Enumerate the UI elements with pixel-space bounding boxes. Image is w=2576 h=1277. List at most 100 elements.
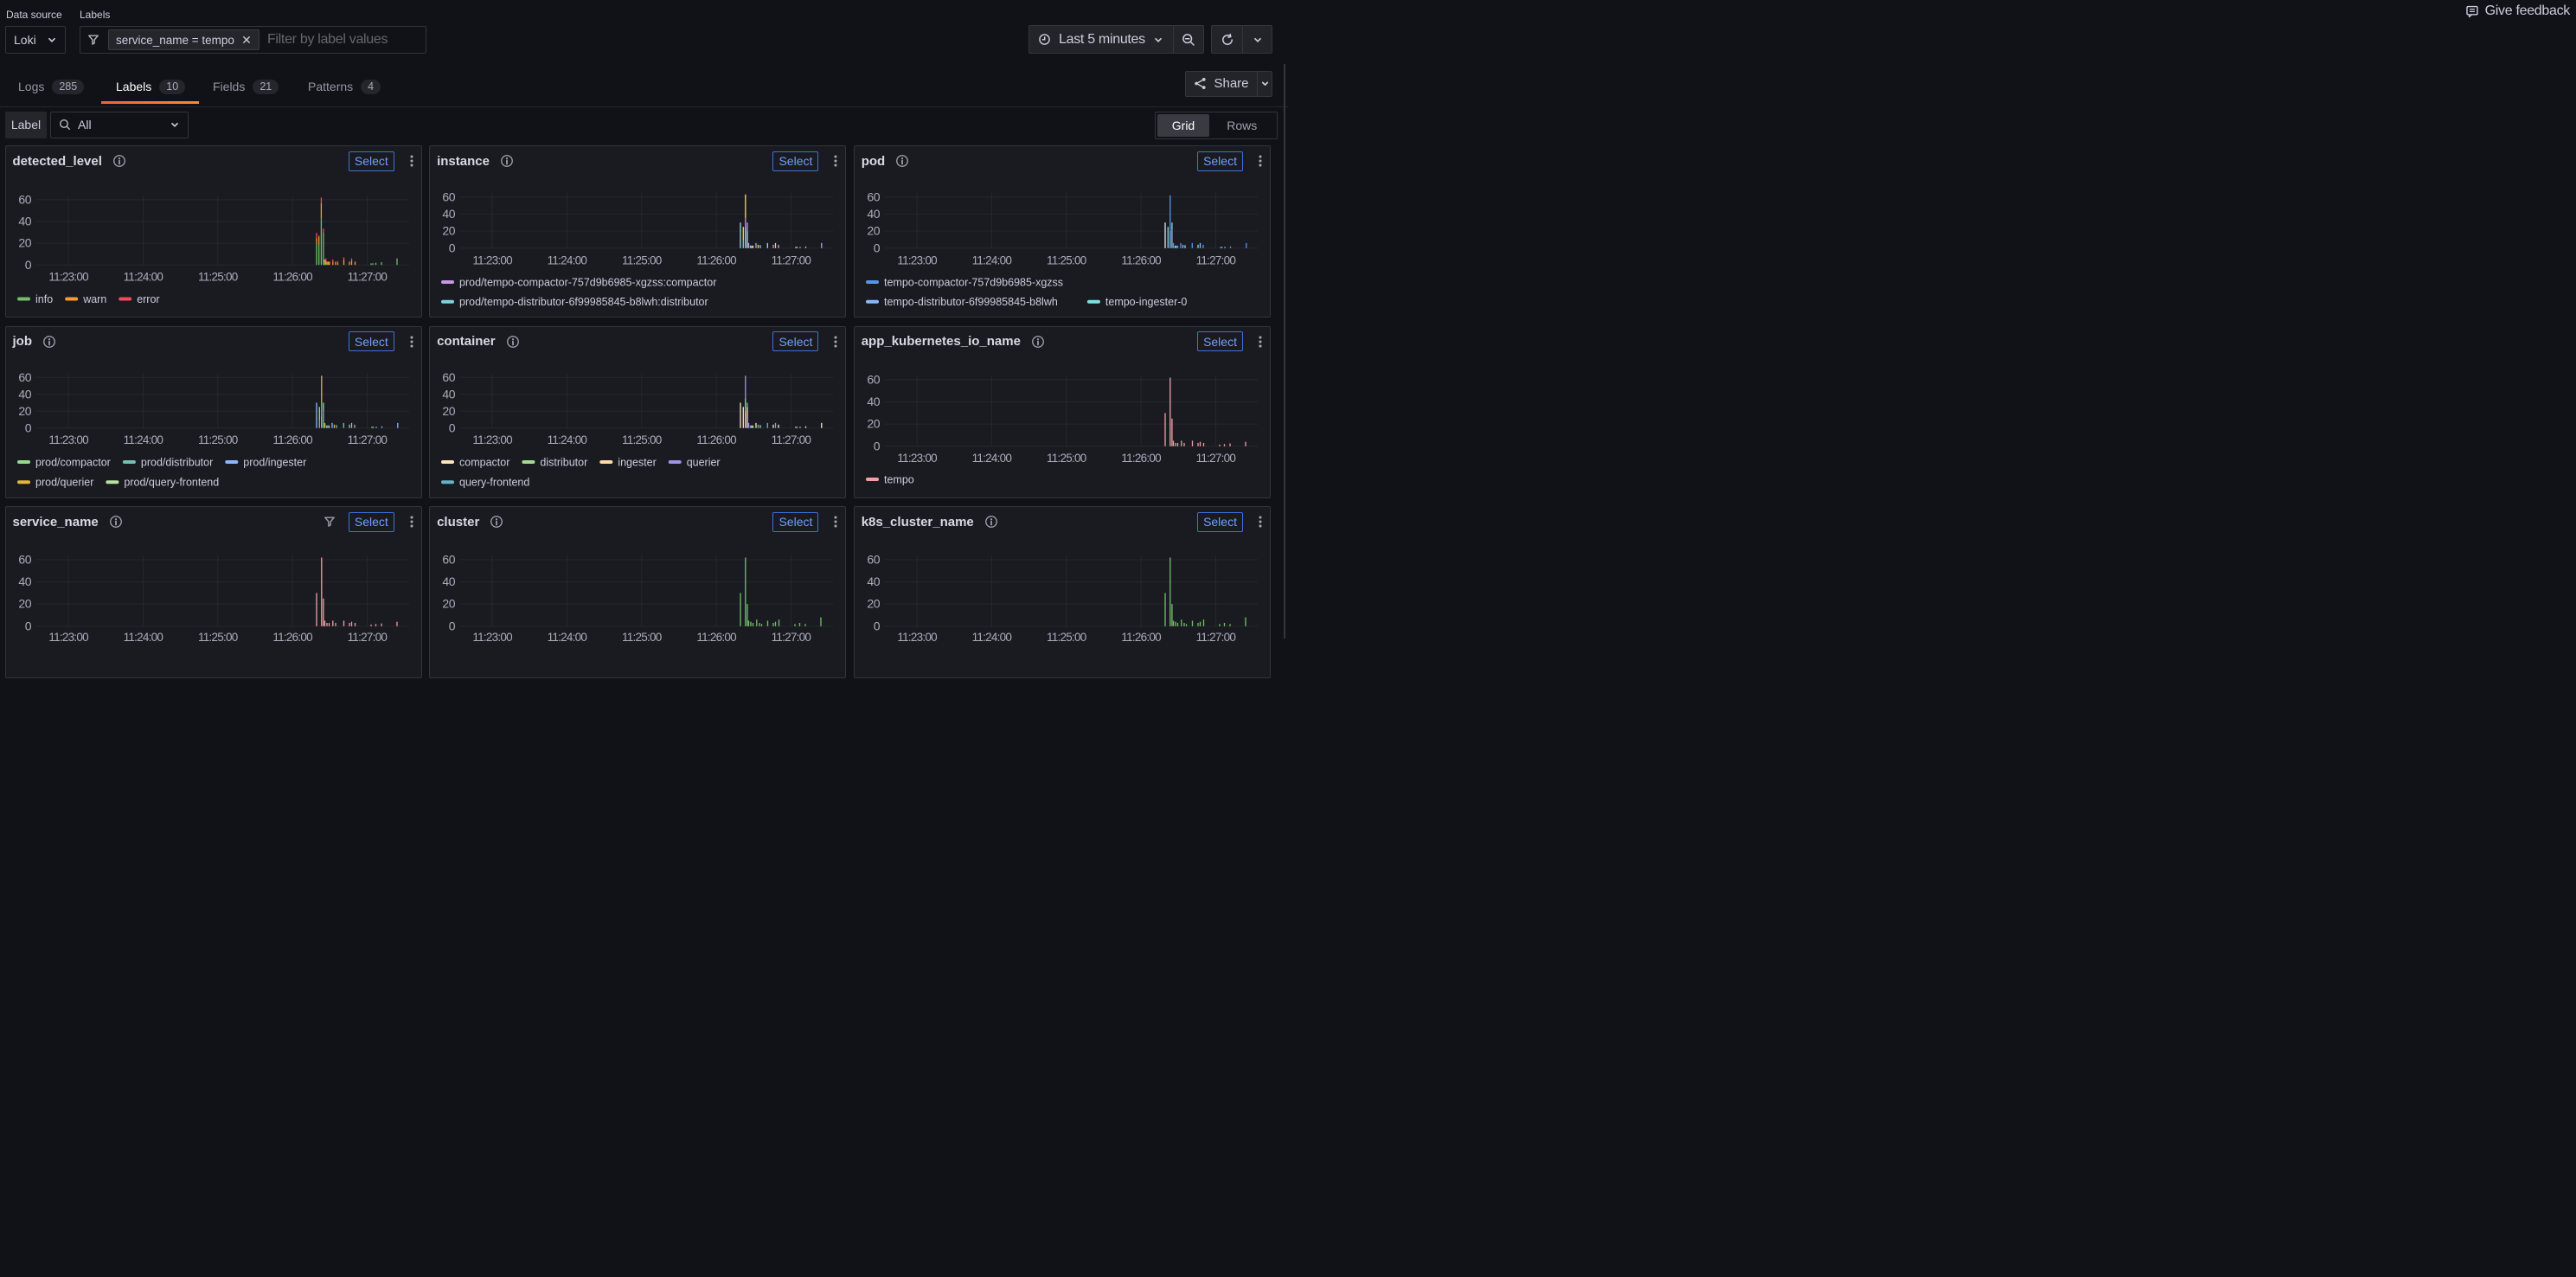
svg-text:0: 0 — [449, 241, 456, 254]
svg-text:11:23:00: 11:23:00 — [897, 253, 937, 266]
svg-text:tempo-distributor-6f99985845-b: tempo-distributor-6f99985845-b8lwh — [884, 296, 1058, 308]
svg-text:0: 0 — [449, 619, 456, 633]
svg-text:warn: warn — [82, 293, 106, 305]
svg-text:11:26:00: 11:26:00 — [1121, 631, 1161, 644]
svg-text:11:26:00: 11:26:00 — [696, 631, 736, 644]
svg-text:11:27:00: 11:27:00 — [1195, 631, 1235, 644]
svg-text:11:25:00: 11:25:00 — [622, 433, 662, 446]
svg-text:40: 40 — [867, 207, 880, 221]
svg-text:20: 20 — [18, 403, 31, 417]
svg-text:0: 0 — [24, 619, 31, 633]
svg-text:11:27:00: 11:27:00 — [772, 631, 811, 644]
svg-text:0: 0 — [24, 258, 31, 272]
svg-text:11:27:00: 11:27:00 — [1195, 451, 1235, 464]
svg-text:prod/tempo-distributor-6f99985: prod/tempo-distributor-6f99985845-b8lwh:… — [459, 296, 708, 308]
svg-text:11:27:00: 11:27:00 — [347, 433, 387, 446]
svg-text:11:27:00: 11:27:00 — [1195, 253, 1235, 266]
svg-text:prod/compactor: prod/compactor — [35, 456, 111, 468]
svg-text:60: 60 — [867, 372, 880, 386]
svg-text:11:26:00: 11:26:00 — [272, 631, 312, 644]
svg-text:prod/query-frontend: prod/query-frontend — [124, 476, 219, 488]
svg-text:11:25:00: 11:25:00 — [622, 253, 662, 266]
svg-text:prod/ingester: prod/ingester — [243, 456, 306, 468]
svg-text:tempo-compactor-757d9b6985-xgz: tempo-compactor-757d9b6985-xgzss — [884, 276, 1063, 288]
svg-text:60: 60 — [18, 193, 31, 207]
svg-text:11:24:00: 11:24:00 — [123, 631, 163, 644]
svg-text:40: 40 — [443, 574, 456, 588]
svg-text:tempo: tempo — [884, 473, 914, 485]
svg-text:60: 60 — [867, 553, 880, 567]
svg-text:11:27:00: 11:27:00 — [347, 271, 387, 284]
svg-text:11:27:00: 11:27:00 — [772, 253, 811, 266]
svg-text:60: 60 — [867, 189, 880, 203]
svg-text:11:23:00: 11:23:00 — [48, 631, 88, 644]
svg-text:20: 20 — [443, 597, 456, 611]
svg-text:11:24:00: 11:24:00 — [971, 451, 1011, 464]
svg-text:querier: querier — [687, 456, 721, 468]
svg-text:20: 20 — [443, 224, 456, 238]
svg-text:20: 20 — [443, 403, 456, 417]
svg-text:11:23:00: 11:23:00 — [472, 631, 512, 644]
svg-text:error: error — [137, 293, 159, 305]
svg-text:tempo-ingester-0: tempo-ingester-0 — [1105, 296, 1188, 308]
svg-text:11:23:00: 11:23:00 — [897, 451, 937, 464]
svg-text:60: 60 — [18, 553, 31, 567]
svg-text:11:24:00: 11:24:00 — [971, 253, 1011, 266]
svg-text:compactor: compactor — [459, 456, 509, 468]
svg-text:distributor: distributor — [540, 456, 587, 468]
svg-text:40: 40 — [18, 215, 31, 228]
svg-text:60: 60 — [443, 553, 456, 567]
svg-text:20: 20 — [18, 236, 31, 250]
svg-text:20: 20 — [867, 597, 880, 611]
svg-text:11:23:00: 11:23:00 — [472, 433, 512, 446]
svg-text:11:23:00: 11:23:00 — [472, 253, 512, 266]
svg-text:11:23:00: 11:23:00 — [897, 631, 937, 644]
svg-text:11:25:00: 11:25:00 — [198, 271, 238, 284]
svg-text:ingester: ingester — [618, 456, 656, 468]
svg-text:0: 0 — [873, 439, 880, 452]
svg-text:11:26:00: 11:26:00 — [1121, 253, 1161, 266]
svg-text:40: 40 — [18, 387, 31, 401]
svg-text:11:24:00: 11:24:00 — [548, 631, 587, 644]
svg-text:11:26:00: 11:26:00 — [272, 433, 312, 446]
svg-text:11:25:00: 11:25:00 — [1047, 451, 1086, 464]
svg-text:60: 60 — [443, 189, 456, 203]
svg-text:11:25:00: 11:25:00 — [1047, 253, 1086, 266]
svg-text:11:27:00: 11:27:00 — [772, 433, 811, 446]
svg-text:11:26:00: 11:26:00 — [696, 433, 736, 446]
svg-text:40: 40 — [443, 387, 456, 401]
svg-text:20: 20 — [867, 224, 880, 238]
svg-text:11:24:00: 11:24:00 — [548, 433, 587, 446]
svg-text:11:27:00: 11:27:00 — [347, 631, 387, 644]
svg-text:11:26:00: 11:26:00 — [1121, 451, 1161, 464]
svg-text:60: 60 — [18, 369, 31, 383]
svg-text:prod/tempo-compactor-757d9b698: prod/tempo-compactor-757d9b6985-xgzss:co… — [459, 276, 716, 288]
svg-text:40: 40 — [867, 574, 880, 588]
svg-text:query-frontend: query-frontend — [459, 476, 529, 488]
svg-text:11:26:00: 11:26:00 — [272, 271, 312, 284]
svg-text:11:23:00: 11:23:00 — [48, 433, 88, 446]
svg-text:11:24:00: 11:24:00 — [123, 271, 163, 284]
svg-text:11:23:00: 11:23:00 — [48, 271, 88, 284]
svg-text:info: info — [35, 293, 53, 305]
svg-text:11:26:00: 11:26:00 — [696, 253, 736, 266]
svg-text:20: 20 — [867, 416, 880, 430]
svg-text:0: 0 — [449, 420, 456, 434]
svg-text:0: 0 — [873, 619, 880, 633]
svg-text:11:25:00: 11:25:00 — [622, 631, 662, 644]
svg-text:40: 40 — [18, 574, 31, 588]
svg-text:0: 0 — [24, 420, 31, 434]
svg-text:11:24:00: 11:24:00 — [123, 433, 163, 446]
svg-text:11:25:00: 11:25:00 — [198, 433, 238, 446]
svg-text:11:25:00: 11:25:00 — [1047, 631, 1086, 644]
svg-text:11:24:00: 11:24:00 — [548, 253, 587, 266]
svg-text:60: 60 — [443, 369, 456, 383]
svg-text:prod/distributor: prod/distributor — [140, 456, 212, 468]
svg-text:40: 40 — [443, 207, 456, 221]
svg-text:0: 0 — [873, 241, 880, 254]
svg-text:11:24:00: 11:24:00 — [971, 631, 1011, 644]
svg-text:20: 20 — [18, 597, 31, 611]
svg-text:40: 40 — [867, 395, 880, 408]
svg-text:11:25:00: 11:25:00 — [198, 631, 238, 644]
svg-text:prod/querier: prod/querier — [35, 476, 93, 488]
